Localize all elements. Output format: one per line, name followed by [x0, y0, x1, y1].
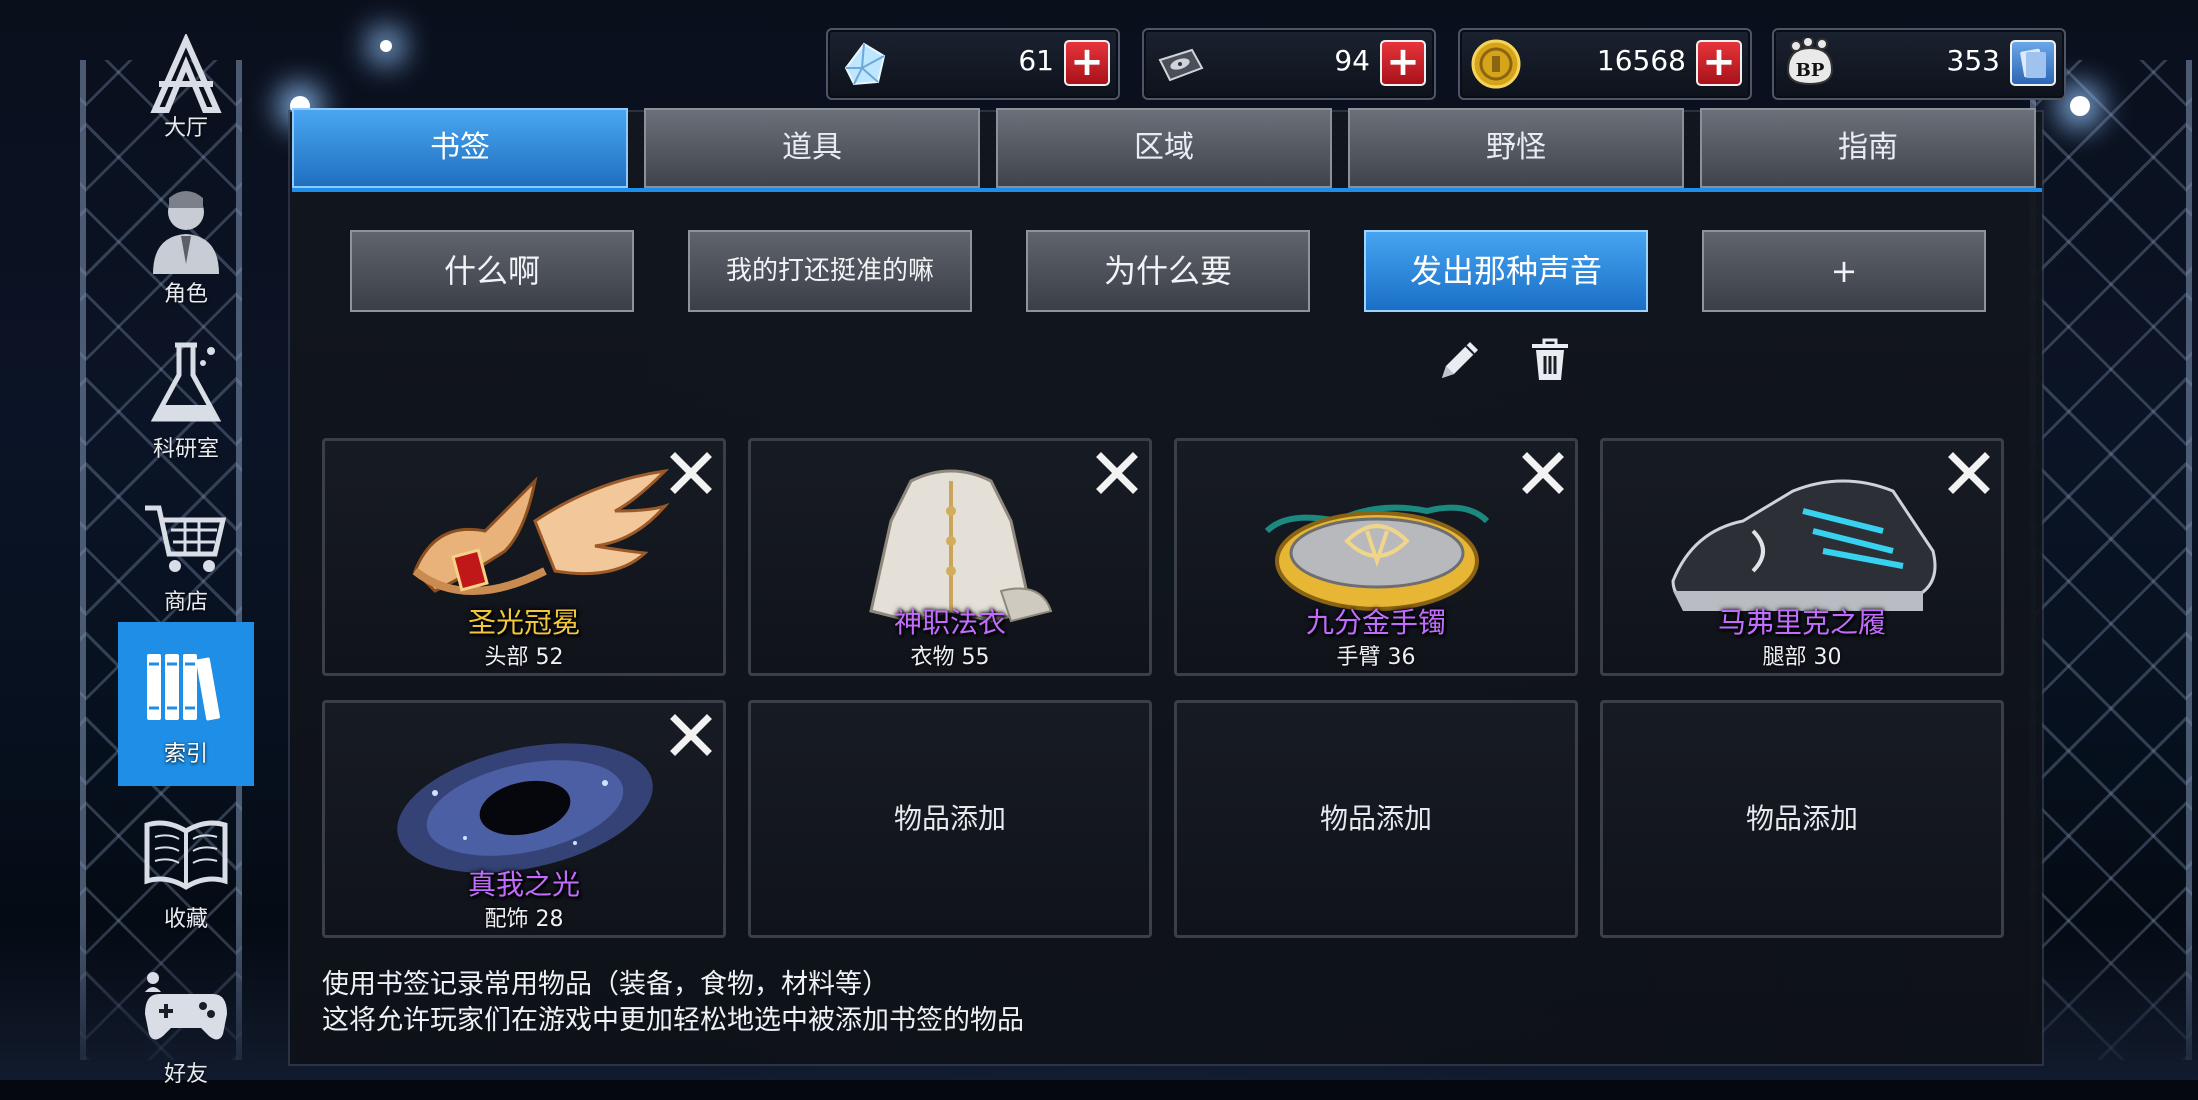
item-slot[interactable]: 马弗里克之履 腿部 30 — [1600, 438, 2004, 676]
shop-cart-icon — [145, 505, 227, 572]
svg-text:BP: BP — [1796, 60, 1825, 81]
add-diamond-button[interactable]: + — [1064, 40, 1110, 86]
spotlight — [380, 40, 392, 52]
item-name: 真我之光 — [467, 868, 580, 901]
bp-icon: BP — [1786, 38, 1834, 86]
tab-areas[interactable]: 区域 — [996, 108, 1332, 188]
currency-disk: 94 + — [1142, 28, 1436, 100]
sidebar-item-label: 大厅 — [163, 116, 208, 141]
currency-value: 61 — [1018, 44, 1054, 77]
tab-bookmarks[interactable]: 书签 — [292, 108, 628, 188]
add-item-label: 物品添加 — [893, 802, 1006, 835]
add-disk-button[interactable]: + — [1380, 40, 1426, 86]
character-icon — [153, 191, 219, 274]
sidebar-item-collection[interactable]: 收藏 — [118, 795, 254, 945]
sidebar-item-label: 好友 — [163, 1062, 208, 1087]
sidebar-item-lobby[interactable]: 大厅 — [118, 20, 254, 170]
close-icon[interactable] — [665, 447, 717, 499]
currency-value: 94 — [1334, 44, 1370, 77]
empty-item-slot[interactable]: 物品添加 — [1174, 700, 1578, 938]
add-bookmark-group-button[interactable]: + — [1702, 230, 1986, 312]
diamond-icon — [844, 42, 886, 86]
currency-diamond: 61 + — [826, 28, 1120, 100]
sidebar-item-index[interactable]: 索引 — [118, 622, 254, 786]
index-books-icon — [147, 654, 220, 721]
sidebar-item-label: 商店 — [163, 590, 208, 615]
friends-gamepad-icon — [145, 972, 227, 1040]
disk-icon — [1158, 48, 1204, 82]
right-truss — [2030, 60, 2192, 1060]
item-name: 马弗里克之履 — [1717, 606, 1886, 639]
sidebar: 大厅 角色 科研室 商店 索引 收藏 好友 — [118, 20, 254, 1087]
sidebar-item-friends[interactable]: 好友 — [118, 950, 254, 1100]
add-item-label: 物品添加 — [1745, 802, 1858, 835]
bookmark-group-button[interactable]: 为什么要 — [1026, 230, 1310, 312]
sidebar-item-shop[interactable]: 商店 — [118, 478, 254, 628]
sidebar-item-character[interactable]: 角色 — [118, 170, 254, 320]
tab-underline — [292, 188, 2042, 192]
empty-item-slot[interactable]: 物品添加 — [748, 700, 1152, 938]
spotlight — [2070, 96, 2090, 116]
item-slot-level: 头部 52 — [484, 645, 564, 670]
item-slot-level: 衣物 55 — [910, 645, 990, 670]
close-icon[interactable] — [665, 709, 717, 761]
item-slot[interactable]: 神职法衣 衣物 55 — [748, 438, 1152, 676]
empty-item-slot[interactable]: 物品添加 — [1600, 700, 2004, 938]
currency-coin: 16568 + — [1458, 28, 1752, 100]
tab-items[interactable]: 道具 — [644, 108, 980, 188]
item-name: 神职法衣 — [893, 606, 1006, 639]
coin-icon — [1471, 39, 1521, 89]
item-slot[interactable]: 真我之光 配饰 28 — [322, 700, 726, 938]
currency-bp: BP 353 — [1772, 28, 2066, 100]
sidebar-item-label: 索引 — [163, 742, 208, 767]
currency-value: 16568 — [1596, 44, 1686, 77]
tab-monsters[interactable]: 野怪 — [1348, 108, 1684, 188]
hint-text-line2: 这将允许玩家们在游戏中更加轻松地选中被添加书签的物品 — [322, 1005, 1024, 1036]
close-icon[interactable] — [1517, 447, 1569, 499]
sidebar-item-label: 角色 — [163, 282, 208, 307]
item-slot-level: 配饰 28 — [484, 907, 564, 932]
bookmark-group-button[interactable]: 我的打还挺准的嘛 — [688, 230, 972, 312]
tab-bar: 书签 道具 区域 野怪 指南 — [292, 108, 2042, 190]
bookmark-group-button-active[interactable]: 发出那种声音 — [1364, 230, 1648, 312]
card-icon — [2020, 48, 2046, 78]
add-item-label: 物品添加 — [1319, 802, 1432, 835]
hint-text-line1: 使用书签记录常用物品（装备，食物，材料等） — [322, 969, 889, 1000]
item-slot[interactable]: 圣光冠冕 头部 52 — [322, 438, 726, 676]
lab-flask-icon — [150, 342, 222, 422]
item-slot[interactable]: 九分金手镯 手臂 36 — [1174, 438, 1578, 676]
item-slot-level: 手臂 36 — [1336, 645, 1416, 670]
item-name: 圣光冠冕 — [467, 606, 580, 639]
currency-value: 353 — [1946, 44, 2000, 77]
close-icon[interactable] — [1091, 447, 1143, 499]
sidebar-item-lab[interactable]: 科研室 — [118, 325, 254, 475]
collection-book-icon — [144, 820, 228, 890]
trash-icon[interactable] — [1524, 334, 1576, 386]
sidebar-item-label: 收藏 — [163, 907, 208, 932]
sidebar-item-label: 科研室 — [152, 437, 219, 462]
item-slot-level: 腿部 30 — [1762, 645, 1842, 670]
bp-exchange-button[interactable] — [2010, 40, 2056, 86]
item-name: 九分金手镯 — [1305, 606, 1446, 639]
close-icon[interactable] — [1943, 447, 1995, 499]
pencil-icon[interactable] — [1434, 334, 1486, 386]
bookmark-group-button[interactable]: 什么啊 — [350, 230, 634, 312]
tab-guide[interactable]: 指南 — [1700, 108, 2036, 188]
add-coin-button[interactable]: + — [1696, 40, 1742, 86]
